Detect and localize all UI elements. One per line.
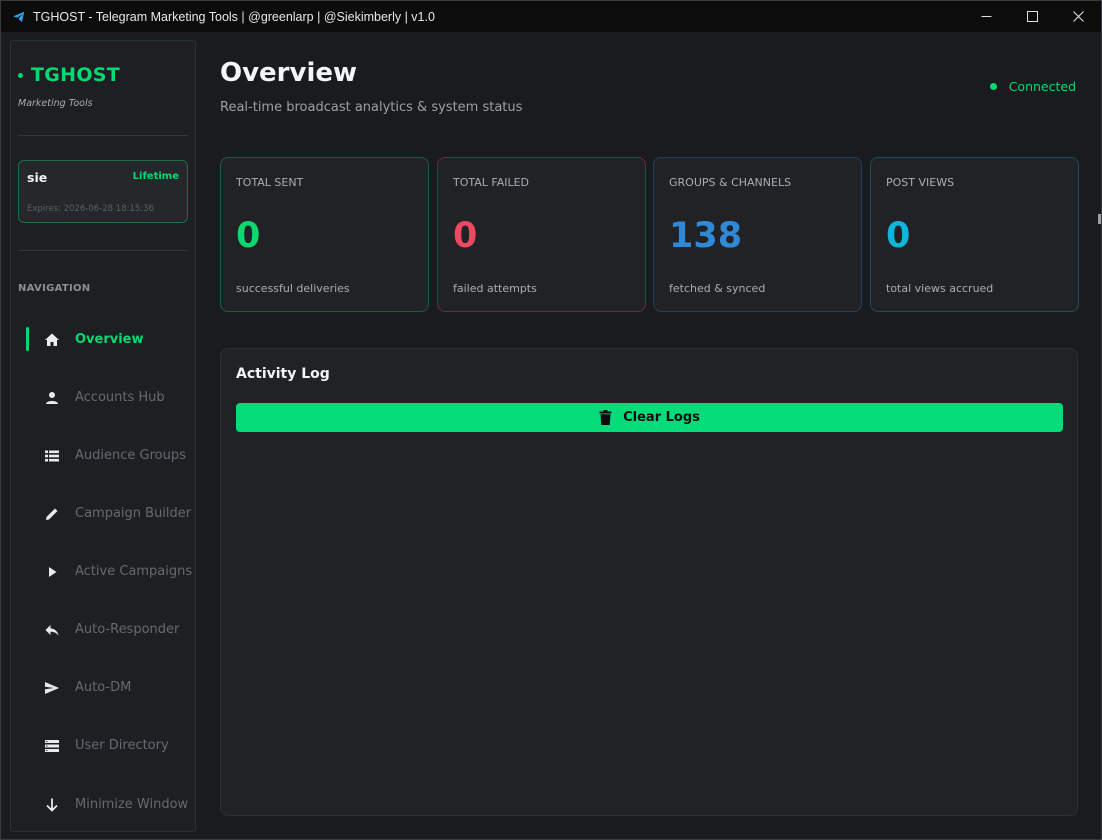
license-user: sie bbox=[27, 170, 48, 185]
sidebar-item-accounts-hub[interactable]: Accounts Hub bbox=[11, 383, 195, 413]
title-bar[interactable]: TGHOST - Telegram Marketing Tools | @gre… bbox=[1, 1, 1101, 32]
sidebar-item-label: Auto-Responder bbox=[75, 622, 180, 637]
pencil-icon bbox=[44, 506, 60, 522]
stat-card-total-failed: TOTAL FAILED 0 failed attempts bbox=[437, 157, 646, 312]
window-title: TGHOST - Telegram Marketing Tools | @gre… bbox=[33, 9, 435, 24]
stat-label: POST VIEWS bbox=[886, 176, 955, 189]
minimize-button[interactable] bbox=[963, 1, 1009, 32]
home-icon bbox=[44, 332, 60, 348]
maximize-button[interactable] bbox=[1009, 1, 1055, 32]
sidebar-item-overview[interactable]: Overview bbox=[11, 325, 195, 355]
license-expiry: Expires: 2026-06-28 18:15:36 bbox=[27, 204, 154, 214]
activity-log-title: Activity Log bbox=[236, 366, 330, 382]
sidebar-item-label: Audience Groups bbox=[75, 448, 186, 463]
stat-value: 0 bbox=[236, 216, 261, 256]
sidebar: TGHOST Marketing Tools sie Lifetime Expi… bbox=[10, 40, 196, 832]
window-edge-handle[interactable] bbox=[1098, 214, 1101, 224]
close-button[interactable] bbox=[1055, 1, 1101, 32]
app-window: TGHOST - Telegram Marketing Tools | @gre… bbox=[0, 0, 1102, 840]
stat-label: TOTAL SENT bbox=[236, 176, 304, 189]
sidebar-item-user-directory[interactable]: User Directory bbox=[11, 731, 195, 761]
activity-log-panel[interactable]: Activity Log Clear Logs bbox=[220, 348, 1078, 816]
stat-card-post-views: POST VIEWS 0 total views accrued bbox=[870, 157, 1079, 312]
maximize-icon bbox=[1026, 11, 1038, 22]
trash-icon bbox=[599, 410, 612, 425]
active-indicator bbox=[26, 327, 29, 351]
sidebar-item-label: Active Campaigns bbox=[75, 564, 193, 579]
nav-heading: NAVIGATION bbox=[18, 283, 91, 294]
stat-caption: fetched & synced bbox=[669, 282, 766, 295]
clear-logs-label: Clear Logs bbox=[623, 410, 700, 425]
stat-value: 0 bbox=[886, 216, 911, 256]
sidebar-item-label: Campaign Builder bbox=[75, 506, 192, 521]
brand: TGHOST bbox=[18, 64, 120, 86]
sidebar-item-label: Auto-DM bbox=[75, 680, 132, 695]
stat-card-total-sent: TOTAL SENT 0 successful deliveries bbox=[220, 157, 429, 312]
sidebar-item-label: Accounts Hub bbox=[75, 390, 165, 405]
stat-caption: total views accrued bbox=[886, 282, 994, 295]
connection-status: Connected bbox=[989, 79, 1076, 94]
stat-card-groups-channels: GROUPS & CHANNELS 138 fetched & synced bbox=[653, 157, 862, 312]
license-plan-badge: Lifetime bbox=[132, 171, 179, 182]
stat-label: GROUPS & CHANNELS bbox=[669, 176, 792, 189]
page-subtitle: Real-time broadcast analytics & system s… bbox=[220, 100, 523, 115]
sidebar-divider bbox=[18, 250, 188, 251]
status-dot-icon bbox=[989, 83, 997, 90]
stat-label: TOTAL FAILED bbox=[453, 176, 530, 189]
reply-icon bbox=[44, 622, 60, 638]
play-icon bbox=[44, 564, 60, 580]
person-icon bbox=[44, 390, 60, 406]
stat-caption: failed attempts bbox=[453, 282, 537, 295]
arrow-down-icon bbox=[44, 797, 60, 813]
telegram-icon bbox=[13, 11, 25, 22]
status-text: Connected bbox=[1008, 79, 1076, 94]
stat-value: 138 bbox=[669, 216, 743, 256]
sidebar-item-minimize-window[interactable]: Minimize Window bbox=[11, 790, 195, 820]
license-card: sie Lifetime Expires: 2026-06-28 18:15:3… bbox=[18, 160, 188, 223]
brand-name: TGHOST bbox=[31, 64, 121, 86]
storage-icon bbox=[44, 738, 60, 754]
list-icon bbox=[44, 448, 60, 464]
sidebar-item-label: Minimize Window bbox=[75, 797, 189, 812]
sidebar-item-campaign-builder[interactable]: Campaign Builder bbox=[11, 499, 195, 529]
sidebar-item-label: User Directory bbox=[75, 738, 169, 753]
brand-dot-icon bbox=[18, 72, 23, 78]
sidebar-item-auto-dm[interactable]: Auto-DM bbox=[11, 673, 195, 703]
stat-value: 0 bbox=[453, 216, 478, 256]
send-icon bbox=[44, 680, 60, 696]
clear-logs-button[interactable]: Clear Logs bbox=[236, 403, 1063, 432]
brand-subtitle: Marketing Tools bbox=[18, 98, 93, 109]
sidebar-item-label: Overview bbox=[75, 332, 144, 347]
close-icon bbox=[1072, 11, 1084, 22]
sidebar-item-auto-responder[interactable]: Auto-Responder bbox=[11, 615, 195, 645]
sidebar-divider bbox=[18, 135, 188, 136]
minimize-icon bbox=[981, 16, 991, 17]
sidebar-item-audience-groups[interactable]: Audience Groups bbox=[11, 441, 195, 471]
stat-caption: successful deliveries bbox=[236, 282, 350, 295]
page-title: Overview bbox=[220, 58, 358, 88]
sidebar-item-active-campaigns[interactable]: Active Campaigns bbox=[11, 557, 195, 587]
